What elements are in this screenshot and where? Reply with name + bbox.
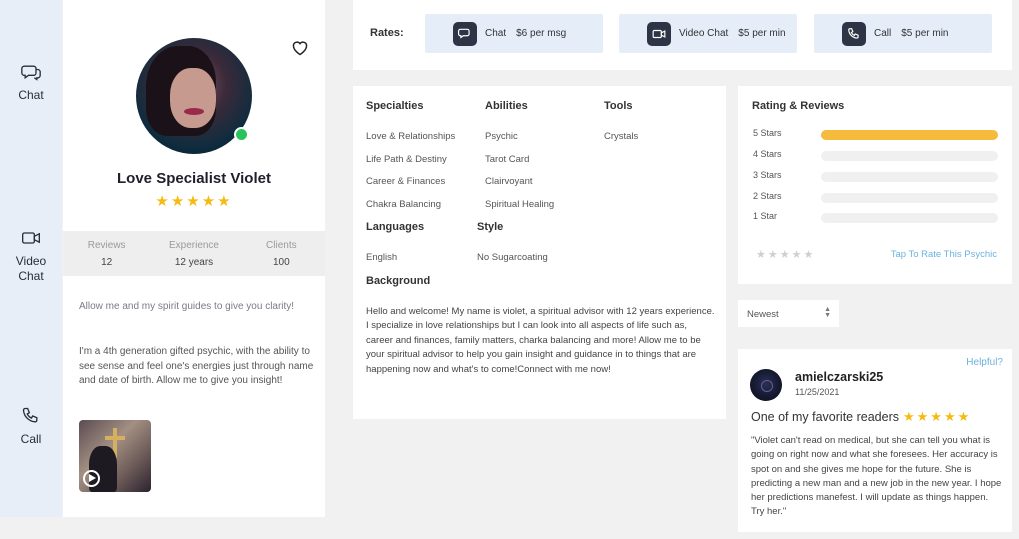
rating-bar-track bbox=[821, 193, 998, 203]
ability-item: Spiritual Healing bbox=[485, 199, 555, 210]
rating-row: 3 Stars bbox=[753, 170, 998, 182]
video-icon bbox=[647, 22, 671, 46]
stat-label: Clients bbox=[266, 240, 297, 251]
review-title-row: One of my favorite readers ★★★★★ bbox=[751, 409, 971, 425]
ability-item: Psychic bbox=[485, 131, 518, 142]
intro-video-thumbnail[interactable] bbox=[79, 420, 151, 492]
stats-bar: Reviews 12 Experience 12 years Clients 1… bbox=[63, 231, 325, 276]
background-heading: Background bbox=[366, 275, 431, 287]
rating-row-label: 5 Stars bbox=[753, 128, 782, 138]
nav-chat-label: Chat bbox=[18, 88, 44, 102]
specialty-item: Career & Finances bbox=[366, 176, 446, 187]
rate-chat-button[interactable]: Chat $6 per msg bbox=[425, 14, 603, 53]
sort-arrows-icon: ▲ ▼ bbox=[824, 306, 831, 319]
stat-value: 100 bbox=[272, 257, 290, 268]
stat-reviews: Reviews 12 bbox=[63, 231, 150, 276]
rating-row: 2 Stars bbox=[753, 191, 998, 203]
reviewer-name: amielczarski25 bbox=[795, 370, 884, 384]
stat-label: Reviews bbox=[87, 240, 126, 251]
rating-row: 5 Stars bbox=[753, 128, 998, 140]
ability-item: Tarot Card bbox=[485, 154, 530, 165]
stat-experience: Experience 12 years bbox=[150, 231, 237, 276]
heart-icon[interactable] bbox=[291, 40, 309, 56]
video-icon bbox=[22, 232, 40, 244]
stat-label: Experience bbox=[168, 240, 219, 251]
tools-heading: Tools bbox=[604, 100, 633, 112]
rating-bar-track bbox=[821, 130, 998, 140]
review-date: 11/25/2021 bbox=[795, 387, 840, 397]
chat-icon bbox=[21, 65, 41, 81]
nav-video-label-line1: Video bbox=[15, 254, 47, 268]
rates-bar: Rates: Chat $6 per msg Video Chat $5 per m… bbox=[353, 0, 1012, 70]
sort-select[interactable]: Newest ▲ ▼ bbox=[738, 300, 839, 327]
bio-detail: I'm a 4th generation gifted psychic, wit… bbox=[79, 346, 314, 386]
stat-clients: Clients 100 bbox=[238, 231, 325, 276]
nav-call-button[interactable]: Call bbox=[0, 406, 62, 447]
nav-call-label: Call bbox=[20, 432, 42, 446]
bio-intro: Allow me and my spirit guides to give yo… bbox=[79, 301, 295, 312]
background-text: Hello and welcome! My name is violet, a … bbox=[366, 306, 715, 375]
phone-icon bbox=[22, 407, 38, 423]
play-icon bbox=[83, 470, 100, 487]
details-card: Specialties Love & Relationships Life Pa… bbox=[353, 86, 726, 419]
rating-row-label: 1 Star bbox=[753, 211, 778, 221]
style-item: No Sugarcoating bbox=[477, 252, 548, 263]
specialty-item: Chakra Balancing bbox=[366, 199, 441, 210]
rate-type: Video Chat bbox=[679, 28, 729, 39]
rating-row-label: 2 Stars bbox=[753, 191, 782, 201]
rating-row-label: 3 Stars bbox=[753, 170, 782, 180]
rating-row: 4 Stars bbox=[753, 149, 998, 161]
ability-item: Clairvoyant bbox=[485, 176, 533, 187]
rating-bar-fill bbox=[821, 130, 998, 140]
review-stars: ★★★★★ bbox=[902, 409, 972, 424]
profile-card: Love Specialist Violet ★★★★★ Reviews 12 … bbox=[63, 0, 325, 517]
tap-to-rate-link[interactable]: Tap To Rate This Psychic bbox=[891, 249, 997, 260]
phone-icon bbox=[842, 22, 866, 46]
language-item: English bbox=[366, 252, 398, 263]
helpful-link[interactable]: Helpful? bbox=[966, 357, 1003, 368]
tool-item: Crystals bbox=[604, 131, 639, 142]
rating-row: 1 Star bbox=[753, 211, 998, 223]
user-rating-stars[interactable]: ★★★★★ bbox=[756, 248, 815, 261]
rate-call-button[interactable]: Call $5 per min bbox=[814, 14, 992, 53]
specialty-item: Love & Relationships bbox=[366, 131, 456, 142]
review-title: One of my favorite readers bbox=[751, 410, 899, 424]
rate-video-chat-button[interactable]: Video Chat $5 per min bbox=[619, 14, 797, 53]
nav-video-chat-button[interactable]: Video Chat bbox=[0, 228, 62, 284]
reviewer-avatar bbox=[750, 369, 782, 401]
rate-type: Chat bbox=[485, 28, 507, 39]
nav-chat-button[interactable]: Chat bbox=[0, 62, 62, 103]
rate-price: $5 per min bbox=[738, 28, 786, 39]
stat-value: 12 years bbox=[174, 257, 214, 268]
rates-title: Rates: bbox=[370, 27, 404, 39]
nav-video-label-line2: Chat bbox=[18, 269, 44, 283]
style-heading: Style bbox=[477, 221, 504, 233]
online-status-dot bbox=[234, 127, 249, 142]
specialty-item: Life Path & Destiny bbox=[366, 154, 447, 165]
ratings-card: Rating & Reviews 5 Stars 4 Stars 3 Stars… bbox=[738, 86, 1012, 284]
rating-bar-track bbox=[821, 151, 998, 161]
sort-value: Newest bbox=[747, 309, 779, 320]
rate-price: $5 per min bbox=[901, 28, 949, 39]
specialties-heading: Specialties bbox=[366, 100, 424, 112]
chat-icon bbox=[453, 22, 477, 46]
rating-bar-track bbox=[821, 172, 998, 182]
psychic-name: Love Specialist Violet bbox=[117, 170, 271, 187]
rate-price: $6 per msg bbox=[516, 28, 567, 39]
review-card: Helpful? amielczarski25 11/25/2021 One o… bbox=[738, 349, 1012, 532]
ratings-heading: Rating & Reviews bbox=[752, 100, 845, 112]
review-body: "Violet can't read on medical, but she c… bbox=[751, 435, 1002, 518]
abilities-heading: Abilities bbox=[485, 100, 528, 112]
side-nav: Chat Video Chat Call bbox=[0, 0, 62, 517]
psychic-rating-stars: ★★★★★ bbox=[155, 193, 233, 210]
rating-bar-track bbox=[821, 213, 998, 223]
languages-heading: Languages bbox=[366, 221, 425, 233]
rating-row-label: 4 Stars bbox=[753, 149, 782, 159]
stat-value: 12 bbox=[101, 257, 113, 268]
rate-type: Call bbox=[874, 28, 892, 39]
